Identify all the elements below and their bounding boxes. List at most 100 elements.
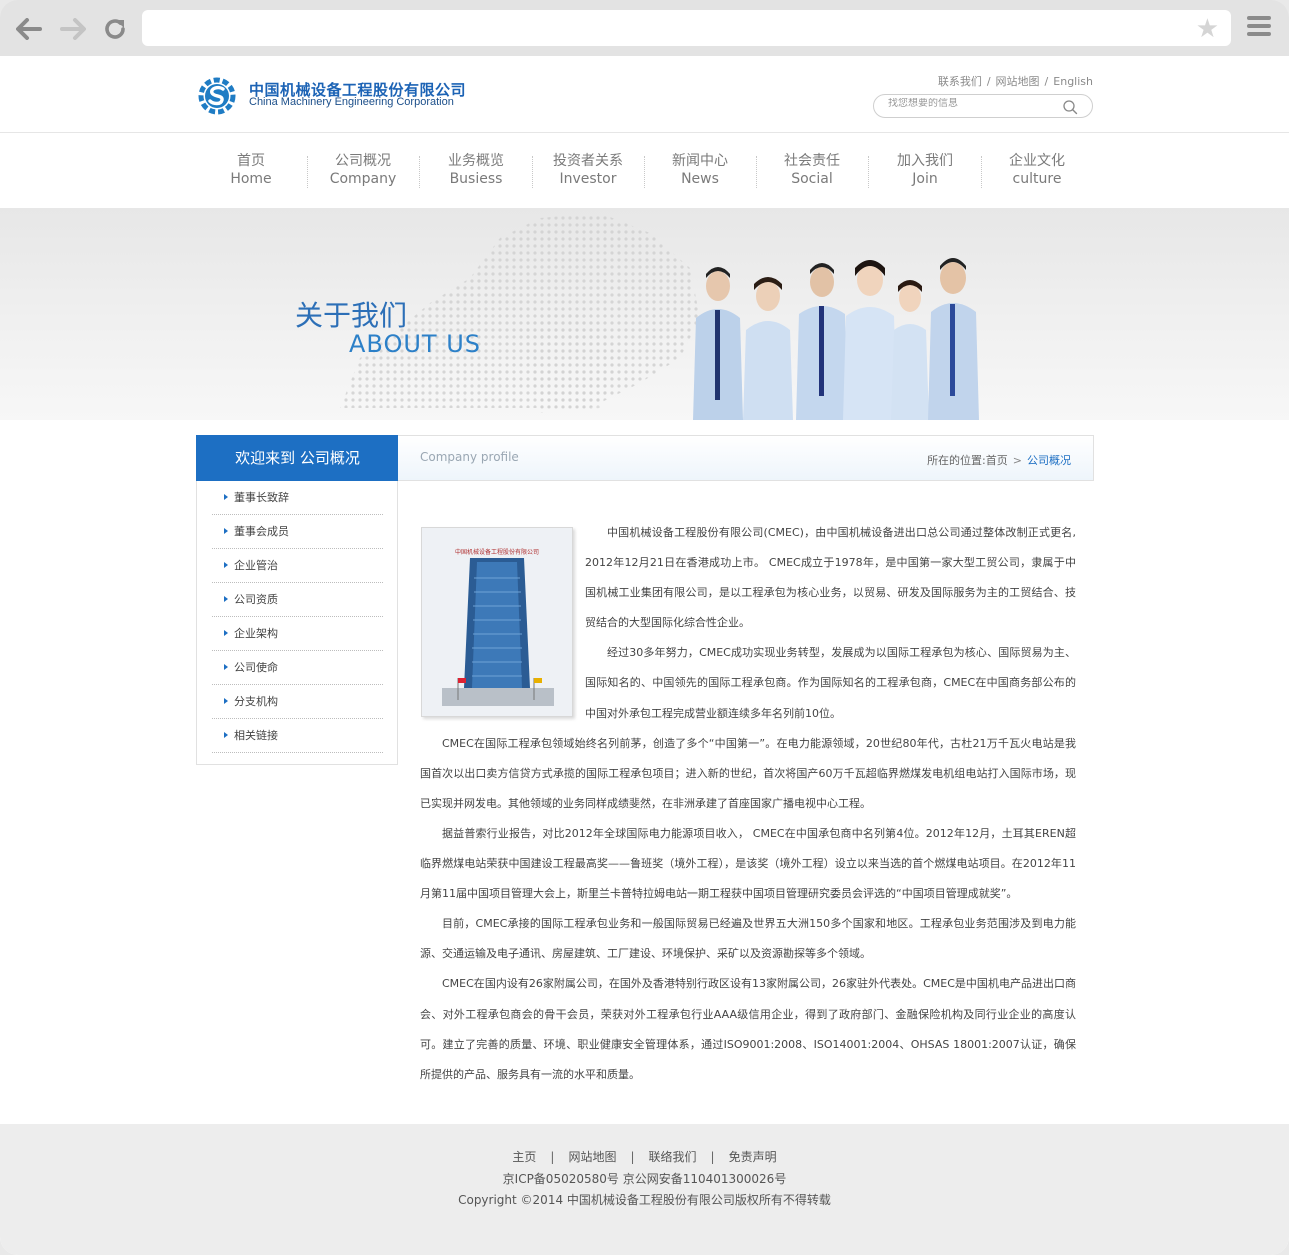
nav-item-business[interactable]: 业务概览 Busiess <box>420 152 532 188</box>
article-paragraph: 目前，CMEC承接的国际工程承包业务和一般国际贸易已经遍及世界五大洲150多个国… <box>420 917 1076 961</box>
footer-separator: | <box>550 1150 555 1164</box>
bullet-arrow-icon <box>224 562 228 568</box>
main-navigation: 首页 Home 公司概况 Company 业务概览 Busiess 投资者关系 Inve… <box>195 134 1095 208</box>
site-footer: 主页 | 网站地图 | 联络我们 | 免责声明 京ICP备05020580号 京公网安备11… <box>0 1124 1289 1255</box>
world-map-dots <box>340 213 700 413</box>
sidebar-menu: 欢迎来到 公司概况 董事长致辞 董事会成员 企业管治 公司资质 企业架构 公司使… <box>196 435 399 765</box>
forward-arrow-icon[interactable] <box>58 14 88 44</box>
bullet-arrow-icon <box>224 664 228 670</box>
nav-label-cn: 公司概况 <box>335 153 391 169</box>
browser-window: ★ 中国机械设备工程股份有限公司 China Machinery Enginee… <box>0 0 1289 1255</box>
bullet-arrow-icon <box>224 596 228 602</box>
nav-item-culture[interactable]: 企业文化 culture <box>981 152 1093 188</box>
nav-item-news[interactable]: 新闻中心 News <box>644 152 756 188</box>
sidebar-item-label: 公司资质 <box>234 593 278 606</box>
nav-label-cn: 投资者关系 <box>553 153 623 169</box>
reload-icon[interactable] <box>100 14 130 44</box>
about-us-banner: 关于我们 ABOUT US <box>0 208 1289 420</box>
sidebar-item-related-links[interactable]: 相关链接 <box>212 719 383 753</box>
article-paragraph: CMEC在国内设有26家附属公司，在国外及香港特别行政区设有13家附属公司，26… <box>420 977 1076 1081</box>
nav-item-social[interactable]: 社会责任 Social <box>756 152 868 188</box>
nav-label-cn: 企业文化 <box>1009 153 1065 169</box>
nav-label-cn: 加入我们 <box>897 153 953 169</box>
sidebar-item-label: 分支机构 <box>234 695 278 708</box>
sidebar-item-label: 董事长致辞 <box>234 491 289 504</box>
banner-title-cn: 关于我们 <box>295 299 408 332</box>
banner-title-en: ABOUT US <box>349 330 482 358</box>
bullet-arrow-icon <box>224 732 228 738</box>
nav-label-cn: 首页 <box>237 153 265 169</box>
footer-links: 主页 | 网站地图 | 联络我们 | 免责声明 <box>0 1148 1289 1165</box>
sidebar-item-governance[interactable]: 企业管治 <box>212 549 383 583</box>
sidebar-title: 欢迎来到 公司概况 <box>196 435 399 481</box>
site-map-link[interactable]: 网站地图 <box>996 75 1040 88</box>
browser-toolbar: ★ <box>0 0 1289 56</box>
breadcrumb-current[interactable]: 公司概况 <box>1027 454 1071 467</box>
sidebar-item-board-members[interactable]: 董事会成员 <box>212 515 383 549</box>
bullet-arrow-icon <box>224 494 228 500</box>
bookmark-star-icon[interactable]: ★ <box>1196 14 1219 44</box>
breadcrumb-home-link[interactable]: 首页 <box>986 454 1008 467</box>
sidebar-item-chairman-message[interactable]: 董事长致辞 <box>212 481 383 515</box>
sidebar-item-label: 企业管治 <box>234 559 278 572</box>
company-logo[interactable]: 中国机械设备工程股份有限公司 China Machinery Engineeri… <box>195 74 466 116</box>
footer-icp-license: 京ICP备05020580号 京公网安备110401300026号 <box>502 1172 787 1186</box>
search-box <box>873 94 1093 118</box>
nav-item-join[interactable]: 加入我们 Join <box>869 152 981 188</box>
company-profile-article: 中国机械设备工程股份有限公司(CMEC)，由中国机械设备进出口总公司通过整体改制… <box>420 518 1076 1090</box>
back-arrow-icon[interactable] <box>14 14 44 44</box>
nav-label-en: culture <box>1012 171 1062 187</box>
nav-label-en: News <box>681 171 719 187</box>
nav-label-en: Busiess <box>449 171 503 187</box>
nav-label-en: Social <box>791 171 833 187</box>
cmec-logo-icon <box>198 77 236 115</box>
logo-english-name: China Machinery Engineering Corporation <box>249 96 454 108</box>
content-header-bar: Company profile 所在的位置:首页 > 公司概况 <box>398 435 1094 481</box>
sidebar-item-qualifications[interactable]: 公司资质 <box>212 583 383 617</box>
browser-menu-icon[interactable] <box>1247 16 1271 40</box>
search-input[interactable] <box>888 98 1058 109</box>
breadcrumb-prefix: 所在的位置: <box>927 454 986 467</box>
nav-label-en: Join <box>912 171 938 187</box>
link-separator: / <box>986 75 991 88</box>
web-page: 中国机械设备工程股份有限公司 China Machinery Engineeri… <box>0 56 1289 1255</box>
bullet-arrow-icon <box>224 630 228 636</box>
link-separator: / <box>1044 75 1049 88</box>
nav-label-en: Investor <box>559 171 617 187</box>
nav-label-en: Company <box>329 171 397 187</box>
sidebar-item-structure[interactable]: 企业架构 <box>212 617 383 651</box>
content-title: Company profile <box>420 450 519 464</box>
sidebar-item-branches[interactable]: 分支机构 <box>212 685 383 719</box>
footer-separator: | <box>630 1150 635 1164</box>
sidebar-item-label: 企业架构 <box>234 627 278 640</box>
nav-item-investor[interactable]: 投资者关系 Investor <box>532 152 644 188</box>
breadcrumb-arrow-icon: > <box>1012 454 1022 467</box>
sidebar-item-label: 相关链接 <box>234 729 278 742</box>
photo-spacer <box>420 518 585 728</box>
article-paragraph: 据益普索行业报告，对比2012年全球国际电力能源项目收入， CMEC在中国承包商… <box>420 826 1076 901</box>
contact-us-link[interactable]: 联系我们 <box>938 75 982 88</box>
nav-label-cn: 社会责任 <box>784 153 840 169</box>
top-links: 联系我们 / 网站地图 / English <box>938 73 1093 89</box>
nav-item-home[interactable]: 首页 Home <box>195 152 307 188</box>
sidebar-item-label: 董事会成员 <box>234 525 289 538</box>
footer-copyright: Copyright ©2014 中国机械设备工程股份有限公司版权所有不得转载 <box>458 1193 831 1207</box>
breadcrumb: 所在的位置:首页 > 公司概况 <box>927 452 1071 468</box>
nav-label-cn: 业务概览 <box>448 153 504 169</box>
english-link[interactable]: English <box>1053 75 1093 88</box>
footer-link-disclaimer[interactable]: 免责声明 <box>729 1150 777 1164</box>
footer-link-sitemap[interactable]: 网站地图 <box>568 1150 616 1164</box>
sidebar-item-label: 公司使命 <box>234 661 278 674</box>
bullet-arrow-icon <box>224 528 228 534</box>
article-paragraph: CMEC在国际工程承包领域始终名列前茅，创造了多个“中国第一”。在电力能源领域，… <box>420 736 1076 810</box>
nav-item-company[interactable]: 公司概况 Company <box>307 152 419 188</box>
search-icon[interactable] <box>1062 99 1078 115</box>
address-bar[interactable]: ★ <box>142 10 1231 46</box>
sidebar-item-mission[interactable]: 公司使命 <box>212 651 383 685</box>
nav-label-en: Home <box>230 171 272 187</box>
footer-link-contact[interactable]: 联络我们 <box>649 1150 697 1164</box>
business-team-photo <box>693 258 979 420</box>
bullet-arrow-icon <box>224 698 228 704</box>
footer-link-home[interactable]: 主页 <box>512 1150 536 1164</box>
nav-label-cn: 新闻中心 <box>672 153 728 169</box>
